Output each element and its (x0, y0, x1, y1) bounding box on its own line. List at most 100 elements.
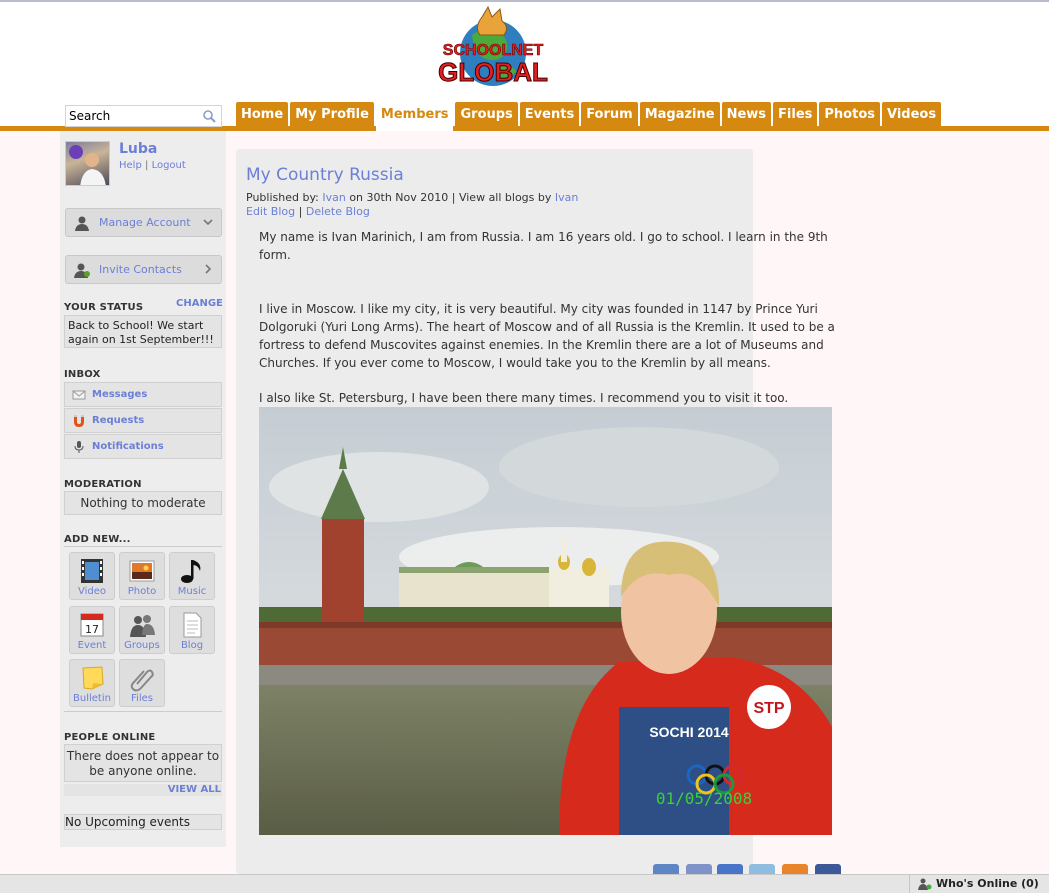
chevron-right-icon (205, 264, 212, 274)
envelope-icon (72, 390, 86, 399)
author-link[interactable]: Ivan (322, 191, 345, 204)
main-nav: Home My Profile Members Groups Events Fo… (236, 102, 943, 131)
myspace-icon[interactable] (686, 864, 712, 874)
avatar[interactable] (65, 141, 110, 186)
tab-photos[interactable]: Photos (819, 102, 880, 128)
site-logo[interactable]: SCHOOLNET GLOBAL (430, 5, 556, 91)
calendar-icon: 17 (80, 613, 104, 637)
view-all-link[interactable]: VIEW ALL (64, 784, 222, 796)
blog-photo[interactable]: STP SOCHI 2014 01/05/2008 (259, 407, 832, 835)
search-box (65, 105, 222, 127)
blog-title: My Country Russia (246, 165, 404, 185)
photo-icon (129, 560, 155, 582)
delicious-icon[interactable] (749, 864, 775, 874)
invite-user-icon (74, 263, 90, 278)
blog-paragraph-2: I live in Moscow. I like my city, it is … (259, 302, 835, 370)
add-photo-button[interactable]: Photo (119, 552, 165, 600)
tab-news[interactable]: News (721, 102, 772, 128)
add-video-button[interactable]: Video (69, 552, 115, 600)
user-icon (75, 216, 89, 231)
sticky-note-icon (82, 666, 104, 690)
blog-date-text: on 30th Nov 2010 | View all blogs by (349, 191, 552, 204)
moderation-heading: MODERATION (64, 479, 142, 490)
edit-blog-link[interactable]: Edit Blog (246, 205, 295, 218)
inbox-heading: INBOX (64, 369, 101, 380)
add-groups-button[interactable]: Groups (119, 606, 165, 654)
add-bulletin-label: Bulletin (73, 693, 111, 704)
inbox-messages-label: Messages (92, 389, 148, 400)
photo-shirt-text: SOCHI 2014 (649, 724, 729, 740)
invite-contacts-label: Invite Contacts (99, 263, 182, 276)
add-files-button[interactable]: Files (119, 659, 165, 707)
user-name[interactable]: Luba (119, 141, 157, 157)
delete-blog-link[interactable]: Delete Blog (306, 205, 370, 218)
add-files-label: Files (131, 693, 153, 704)
film-icon (81, 559, 103, 583)
invite-contacts-button[interactable]: Invite Contacts (65, 255, 222, 284)
logout-link[interactable]: Logout (152, 160, 186, 171)
status-change-link[interactable]: CHANGE (176, 298, 223, 309)
online-users-icon (918, 878, 932, 890)
whos-online-button[interactable]: Who's Online (0) (909, 874, 1049, 893)
calendar-date: 17 (85, 623, 99, 636)
add-blog-button[interactable]: Blog (169, 606, 215, 654)
tab-home[interactable]: Home (236, 102, 289, 128)
avatar-image (69, 145, 106, 185)
search-input[interactable] (66, 106, 201, 126)
tab-videos[interactable]: Videos (882, 102, 942, 128)
inbox-notifications[interactable]: Notifications (64, 434, 222, 459)
inbox-requests-label: Requests (92, 415, 145, 426)
add-event-label: Event (77, 640, 107, 651)
inbox-messages[interactable]: Messages (64, 382, 222, 407)
tab-members[interactable]: Members (375, 102, 454, 131)
google-icon[interactable] (717, 864, 743, 874)
chevron-down-icon (203, 219, 213, 226)
upcoming-events-text: No Upcoming events (64, 814, 222, 830)
tab-files[interactable]: Files (773, 102, 818, 128)
inbox-notifications-label: Notifications (92, 441, 164, 452)
photo-badge-text: STP (753, 700, 784, 717)
online-text: There does not appear to be anyone onlin… (64, 744, 222, 782)
magnet-icon (74, 414, 84, 427)
moderation-text: Nothing to moderate (64, 491, 222, 515)
blog-actions: Edit Blog | Delete Blog (246, 205, 370, 218)
add-event-button[interactable]: 17 Event (69, 606, 115, 654)
tab-groups[interactable]: Groups (455, 102, 518, 128)
search-icon[interactable] (202, 109, 216, 123)
group-icon (130, 615, 155, 637)
tab-events[interactable]: Events (519, 102, 580, 128)
add-bulletin-button[interactable]: Bulletin (69, 659, 115, 707)
addnew-heading: ADD NEW... (64, 534, 131, 545)
manage-account-button[interactable]: Manage Account (65, 208, 222, 237)
tab-magazine[interactable]: Magazine (639, 102, 720, 128)
addnew-grid: Video Photo Music 17 Event Groups Blog B… (64, 546, 222, 712)
whos-online-label: Who's Online (0) (936, 877, 1039, 890)
blog-meta: Published by: Ivan on 30th Nov 2010 | Vi… (246, 191, 578, 204)
help-link[interactable]: Help (119, 160, 142, 171)
view-all-blogs-author-link[interactable]: Ivan (555, 191, 578, 204)
document-icon (183, 612, 202, 638)
manage-account-label: Manage Account (99, 216, 191, 229)
stumbleupon-icon[interactable] (782, 864, 808, 874)
add-video-label: Video (77, 586, 107, 597)
top-border (0, 0, 1049, 2)
published-by-label: Published by: (246, 191, 319, 204)
microphone-icon (74, 440, 84, 453)
online-heading: PEOPLE ONLINE (64, 732, 156, 743)
add-groups-label: Groups (124, 640, 160, 651)
facebook-icon[interactable] (815, 864, 841, 874)
tab-my-profile[interactable]: My Profile (290, 102, 374, 128)
inbox-requests[interactable]: Requests (64, 408, 222, 433)
status-bar (0, 874, 1049, 893)
add-music-label: Music (177, 586, 207, 597)
digg-icon[interactable] (653, 864, 679, 874)
tab-forum[interactable]: Forum (581, 102, 638, 128)
add-blog-label: Blog (180, 640, 204, 651)
blog-paragraph-1: My name is Ivan Marinich, I am from Russ… (259, 230, 828, 262)
music-note-icon (181, 560, 201, 583)
user-links-separator: | (145, 160, 149, 171)
status-heading: YOUR STATUS (64, 302, 144, 313)
blog-actions-separator: | (298, 205, 303, 218)
user-links: Help | Logout (119, 160, 186, 171)
add-music-button[interactable]: Music (169, 552, 215, 600)
